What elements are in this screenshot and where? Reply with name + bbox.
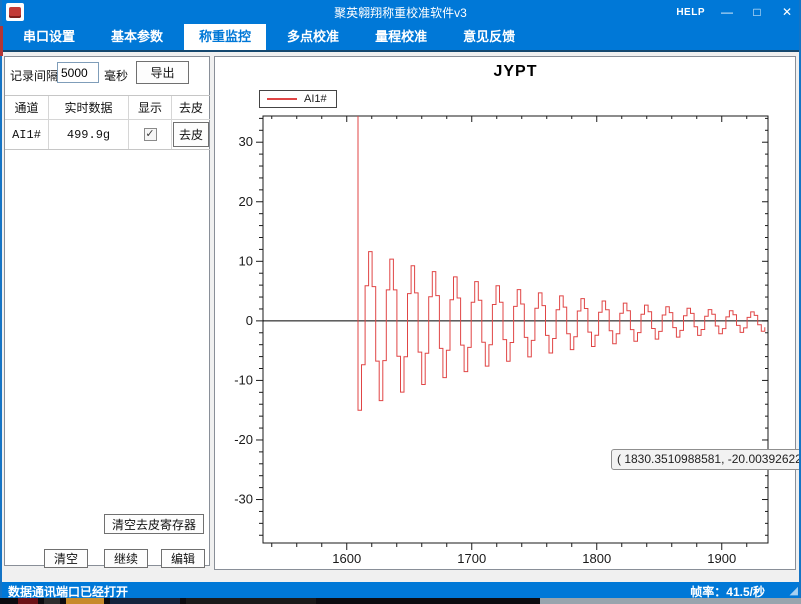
tab-feedback[interactable]: 意见反馈 <box>448 24 530 50</box>
help-button[interactable]: HELP <box>676 7 705 18</box>
tab-weighing-monitor[interactable]: 称重监控 <box>184 24 266 50</box>
svg-text:10: 10 <box>239 253 253 268</box>
tab-range-cal[interactable]: 量程校准 <box>360 24 442 50</box>
tare-button[interactable]: 去皮 <box>173 122 209 147</box>
tab-multipoint-cal[interactable]: 多点校准 <box>272 24 354 50</box>
interval-label: 记录间隔 <box>10 67 58 84</box>
control-panel: 记录间隔 毫秒 导出 通道 实时数据 显示 去皮 AI1# 499.9g ✓ 去… <box>4 56 210 566</box>
taskbar-tile <box>44 598 60 604</box>
display-checkbox[interactable]: ✓ <box>144 128 157 141</box>
background-window-sliver <box>0 26 3 56</box>
header-display: 显示 <box>129 96 172 119</box>
svg-text:1600: 1600 <box>332 551 361 566</box>
svg-text:1700: 1700 <box>457 551 486 566</box>
resize-grip-icon[interactable]: ◢ <box>790 584 798 597</box>
taskbar-tile <box>66 598 104 604</box>
svg-text:20: 20 <box>239 194 253 209</box>
taskbar-tile <box>186 598 316 604</box>
svg-text:0: 0 <box>246 313 253 328</box>
svg-text:-10: -10 <box>234 372 253 387</box>
content-area: 记录间隔 毫秒 导出 通道 实时数据 显示 去皮 AI1# 499.9g ✓ 去… <box>0 52 801 582</box>
header-tare: 去皮 <box>172 96 210 119</box>
edit-button[interactable]: 编辑 <box>161 549 205 568</box>
table-row: AI1# 499.9g ✓ 去皮 <box>5 119 210 149</box>
svg-text:1900: 1900 <box>707 551 736 566</box>
interval-unit-label: 毫秒 <box>104 67 128 84</box>
taskbar-tile <box>110 598 180 604</box>
svg-text:30: 30 <box>239 134 253 149</box>
header-channel: 通道 <box>5 96 49 119</box>
svg-text:1800: 1800 <box>582 551 611 566</box>
clear-tare-register-button[interactable]: 清空去皮寄存器 <box>104 514 204 534</box>
realtime-value: 499.9g <box>49 120 129 149</box>
close-icon[interactable]: ✕ <box>779 5 795 19</box>
window-border-left <box>0 0 2 598</box>
chart-tooltip: ( 1830.3510988581, -20.003926229 <box>611 449 801 470</box>
clear-button[interactable]: 清空 <box>44 549 88 568</box>
app-window: 聚英翱翔称重校准软件v3 HELP — □ ✕ 串口设置 基本参数 称重监控 多… <box>0 0 801 604</box>
table-header-row: 通道 实时数据 显示 去皮 <box>5 96 210 119</box>
channel-name: AI1# <box>5 120 49 149</box>
minimize-icon[interactable]: — <box>719 5 735 19</box>
channel-table: 通道 实时数据 显示 去皮 AI1# 499.9g ✓ 去皮 <box>5 95 210 150</box>
tooltip-text: ( 1830.3510988581, -20.003926229 <box>617 452 801 466</box>
tab-bar: 串口设置 基本参数 称重监控 多点校准 量程校准 意见反馈 <box>0 24 801 52</box>
continue-button[interactable]: 继续 <box>104 549 148 568</box>
tab-basic-params[interactable]: 基本参数 <box>96 24 178 50</box>
svg-text:-30: -30 <box>234 492 253 507</box>
maximize-icon[interactable]: □ <box>749 5 765 19</box>
interval-input[interactable] <box>57 62 99 83</box>
taskbar-tile <box>18 598 38 604</box>
taskbar-strip <box>0 598 801 604</box>
chart-plot-area[interactable]: 1600 1700 1800 1900 -30 -20 -10 0 10 20 30 <box>215 57 795 569</box>
header-realtime-data: 实时数据 <box>49 96 129 119</box>
taskbar-tile <box>540 598 801 604</box>
chart-panel[interactable]: JYPT AI1# 1600170018001900-30-20-1001020… <box>214 56 796 570</box>
tab-serial-settings[interactable]: 串口设置 <box>8 24 90 50</box>
export-button[interactable]: 导出 <box>136 61 189 84</box>
status-bar: 数据通讯端口已经打开 帧率：41.5/秒 ◢ <box>0 582 801 598</box>
titlebar: 聚英翱翔称重校准软件v3 HELP — □ ✕ <box>0 0 801 24</box>
svg-text:-20: -20 <box>234 432 253 447</box>
